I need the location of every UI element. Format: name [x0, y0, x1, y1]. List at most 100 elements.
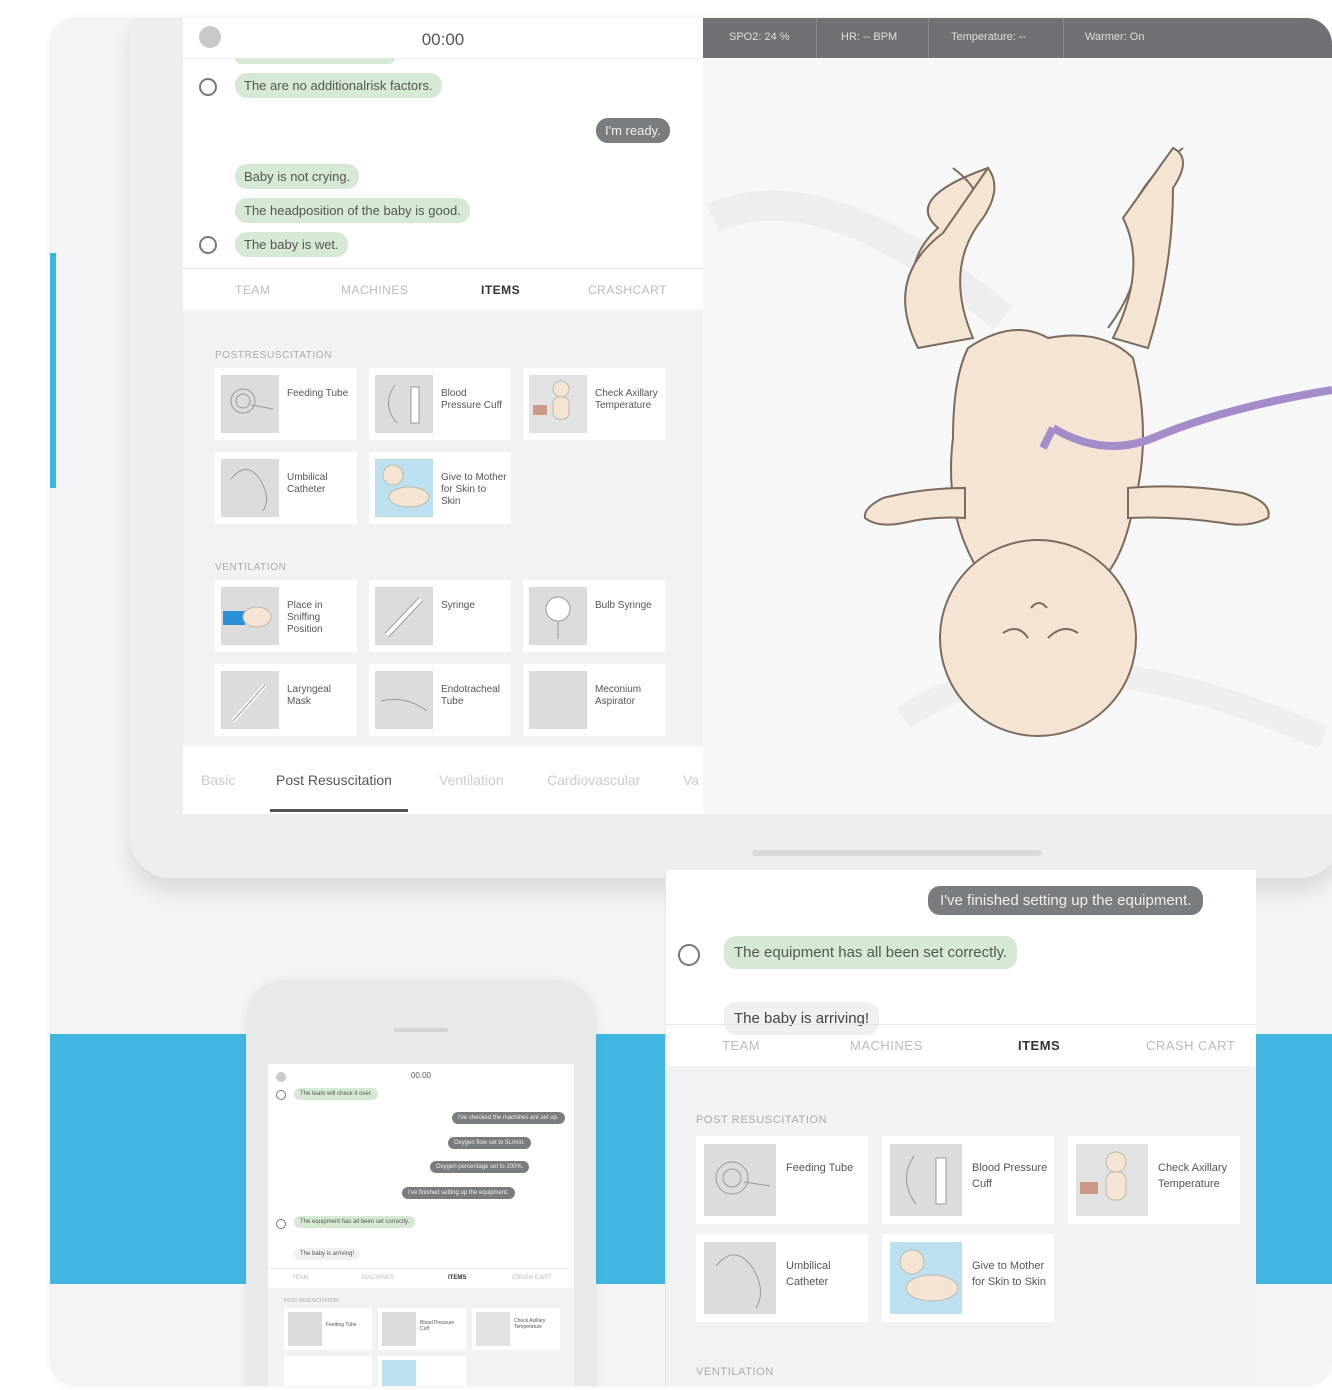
- baby-illustration: [706, 146, 1332, 749]
- item-card[interactable]: Give to Mother for Skin to Skin: [882, 1234, 1054, 1322]
- umbilical-catheter-icon: [221, 459, 279, 517]
- item-label: Umbilical Catheter: [287, 472, 328, 495]
- chat-message: The team will check it over.: [294, 1088, 379, 1100]
- item-label: Endotracheal Tube: [441, 684, 500, 707]
- item-label: Check Axillary Temperature: [514, 1318, 546, 1330]
- accent-stripe: [50, 253, 56, 488]
- tablet-handle: [752, 850, 1042, 856]
- avatar-icon: [199, 78, 217, 96]
- item-label: Place in Sniffing Position: [287, 600, 323, 635]
- chat-message: The equipment has all been set correctly…: [294, 1216, 416, 1228]
- tab-team[interactable]: TEAM: [722, 1038, 760, 1053]
- item-label: Laryngeal Mask: [287, 684, 331, 707]
- chat-pane: 00:00 The are no additionalrisk factors.…: [183, 18, 703, 814]
- item-card[interactable]: Place in Sniffing Position: [215, 580, 357, 652]
- item-card[interactable]: Umbilical Catheter: [696, 1234, 868, 1322]
- tab-crashcart[interactable]: CRASH CART: [512, 1275, 551, 1281]
- tab-crashcart[interactable]: CRASH CART: [1146, 1038, 1235, 1053]
- active-tab-indicator: [270, 809, 408, 812]
- simulation-view[interactable]: [703, 18, 1332, 814]
- tab-machines[interactable]: MACHINES: [850, 1038, 923, 1053]
- item-card[interactable]: Meconium Aspirator: [523, 664, 665, 736]
- timer: 00:00: [421, 30, 465, 49]
- tab-post-resuscitation[interactable]: Post Resuscitation: [276, 772, 392, 788]
- section-label: VENTILATION: [696, 1366, 774, 1378]
- endotracheal-tube-icon: [375, 671, 433, 729]
- chat-message: The baby is wet.: [235, 232, 348, 257]
- vital-hr: HR: -- BPM: [841, 31, 898, 43]
- tab-more[interactable]: Va: [683, 772, 699, 788]
- section-label: POST RESUSCITATION: [284, 1298, 339, 1304]
- item-card[interactable]: Syringe: [369, 580, 511, 652]
- tab-items[interactable]: ITEMS: [1018, 1038, 1060, 1053]
- item-card[interactable]: Umbilical Catheter: [215, 452, 357, 524]
- item-card[interactable]: Feeding Tube: [215, 368, 357, 440]
- divider: [816, 18, 817, 58]
- tab-crashcart[interactable]: CRASHCART: [588, 283, 667, 297]
- item-label: Meconium Aspirator: [595, 684, 642, 707]
- item-card[interactable]: Give to Mother for Skin to Skin: [369, 452, 511, 524]
- item-card[interactable]: Check Axillary Temperature: [1068, 1136, 1240, 1224]
- avatar-icon: [276, 1090, 286, 1100]
- item-card[interactable]: Blood Pressure Cuff: [378, 1308, 466, 1350]
- tab-ventilation[interactable]: Ventilation: [439, 772, 504, 788]
- phone-speaker: [394, 1028, 448, 1032]
- item-label: Feeding Tube: [326, 1322, 357, 1328]
- mother-baby-icon: [375, 459, 433, 517]
- feeding-tube-icon: [288, 1312, 322, 1346]
- item-card[interactable]: Feeding Tube: [696, 1136, 868, 1224]
- section-label: POST RESUSCITATION: [696, 1114, 828, 1126]
- feeding-tube-icon: [221, 375, 279, 433]
- item-card[interactable]: Blood Pressure Cuff: [369, 368, 511, 440]
- item-card[interactable]: Blood Pressure Cuff: [882, 1136, 1054, 1224]
- chat-message-user: Oxygen percentage set to 100%.: [430, 1161, 530, 1173]
- tab-cardiovascular[interactable]: Cardiovascular: [547, 772, 640, 788]
- item-label: Check Axillary Temperature: [595, 388, 658, 411]
- chat-message: Baby is not crying.: [235, 164, 360, 189]
- item-card[interactable]: Endotracheal Tube: [369, 664, 511, 736]
- chat-message-user: I've finished setting up the equipment.: [928, 886, 1204, 915]
- item-card[interactable]: [284, 1356, 372, 1386]
- tab-team[interactable]: TEAM: [235, 283, 270, 297]
- vital-spo2: SPO2: 24 %: [729, 31, 790, 43]
- items-area: POSTRESUSCITATION Feeding Tube Blood Pre…: [183, 310, 703, 746]
- phone-frame: 00:00 The team will check it over. I've …: [246, 980, 596, 1386]
- item-label: Feeding Tube: [287, 388, 349, 399]
- tab-items[interactable]: ITEMS: [448, 1275, 466, 1281]
- item-card[interactable]: Check Axillary Temperature: [523, 368, 665, 440]
- item-card[interactable]: [378, 1356, 466, 1386]
- phone-screen: 00:00 The team will check it over. I've …: [268, 1064, 574, 1386]
- phone-tabs: TEAM MACHINES ITEMS CRASH CART: [268, 1268, 574, 1290]
- mother-baby-icon: [890, 1242, 962, 1314]
- thermometer-baby-icon: [529, 375, 587, 433]
- section-label: VENTILATION: [215, 562, 287, 573]
- meconium-aspirator-icon: [529, 671, 587, 729]
- item-label: Bulb Syringe: [595, 600, 652, 611]
- phone-timer: 00:00: [410, 1071, 432, 1080]
- chat-message: The headposition of the baby is good.: [235, 198, 470, 223]
- item-label: Blood Pressure Cuff: [972, 1162, 1048, 1190]
- chat-message: The equipment has all been set correctly…: [724, 936, 1018, 969]
- item-card[interactable]: Laryngeal Mask: [215, 664, 357, 736]
- item-label: Umbilical Catheter: [786, 1260, 831, 1288]
- page-card: 00:00 The are no additionalrisk factors.…: [50, 18, 1332, 1386]
- umbilical-catheter-icon: [704, 1242, 776, 1314]
- chat-message: The baby is arriving!: [294, 1248, 361, 1260]
- blood-pressure-cuff-icon: [890, 1144, 962, 1216]
- phone-items-area: POST RESUSCITATION Feeding Tube Blood Pr…: [268, 1288, 574, 1386]
- tab-machines[interactable]: MACHINES: [362, 1275, 394, 1281]
- item-label: Give to Mother for Skin to Skin: [972, 1260, 1046, 1288]
- tab-machines[interactable]: MACHINES: [341, 283, 408, 297]
- tab-basic[interactable]: Basic: [201, 772, 235, 788]
- item-card[interactable]: Bulb Syringe: [523, 580, 665, 652]
- tab-team[interactable]: TEAM: [292, 1275, 309, 1281]
- item-label: Check Axillary Temperature: [1158, 1162, 1228, 1190]
- avatar-icon: [199, 236, 217, 254]
- blood-pressure-cuff-icon: [382, 1312, 416, 1346]
- timer-row: 00:00: [183, 18, 703, 59]
- item-label: Give to Mother for Skin to Skin: [441, 472, 507, 507]
- syringe-icon: [375, 587, 433, 645]
- item-card[interactable]: Feeding Tube: [284, 1308, 372, 1350]
- item-card[interactable]: Check Axillary Temperature: [472, 1308, 560, 1350]
- tab-items[interactable]: ITEMS: [481, 283, 520, 297]
